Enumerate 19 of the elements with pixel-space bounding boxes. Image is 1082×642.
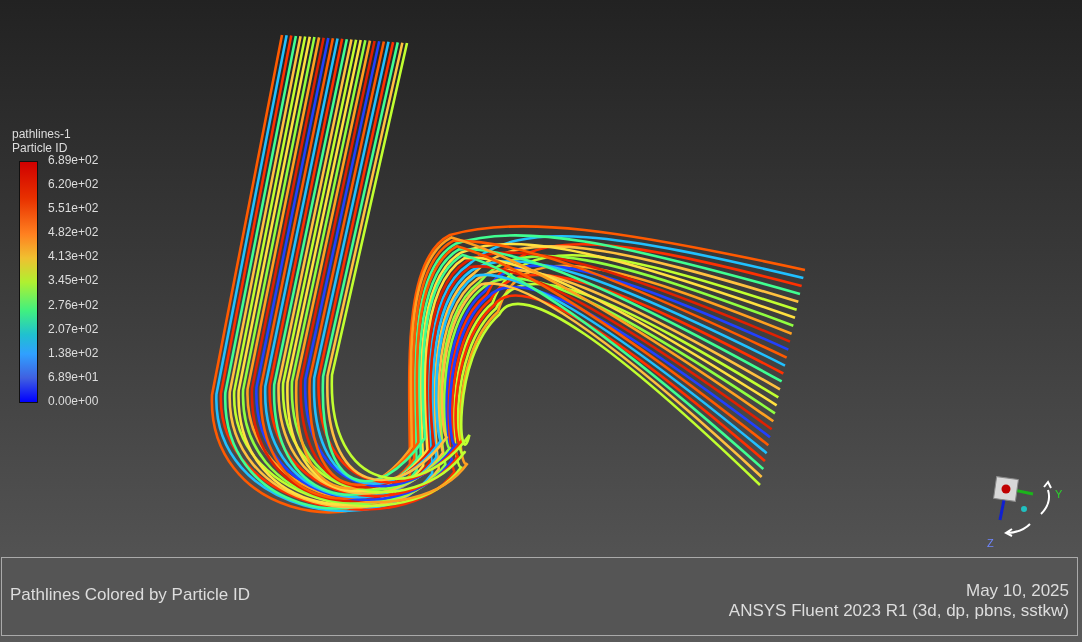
colorbar-tick-label: 4.13e+02 xyxy=(48,250,99,264)
axis-triad-icon xyxy=(993,476,1052,537)
colorbar-tick-label: 6.89e+02 xyxy=(48,154,99,167)
y-axis-label: Y xyxy=(1055,488,1063,500)
colorbar-tick-label: 4.82e+02 xyxy=(48,226,99,240)
legend-quantity: Particle ID xyxy=(12,141,69,155)
legend-title: pathlines-1 xyxy=(12,127,72,141)
version-label: ANSYS Fluent 2023 R1 (3d, dp, pbns, sstkw) xyxy=(728,601,1069,621)
z-axis-label: Z xyxy=(987,537,994,549)
colorbar-tick-label: 6.89e+01 xyxy=(48,370,99,384)
colorbar-tick-label: 1.38e+02 xyxy=(48,346,99,360)
colorbar-tick-label: 6.20e+02 xyxy=(48,178,99,192)
colorbar-tick-label: 2.07e+02 xyxy=(48,322,99,336)
plot-title: Pathlines Colored by Particle ID xyxy=(10,585,250,605)
colorbar-tick-label: 3.45e+02 xyxy=(48,274,99,288)
date-label: May 10, 2025 xyxy=(966,581,1069,601)
colorbar-tick-label: 2.76e+02 xyxy=(48,298,99,312)
colorbar-tick-label: 0.00e+00 xyxy=(48,394,99,408)
colorbar-tick-label: 5.51e+02 xyxy=(48,202,99,216)
